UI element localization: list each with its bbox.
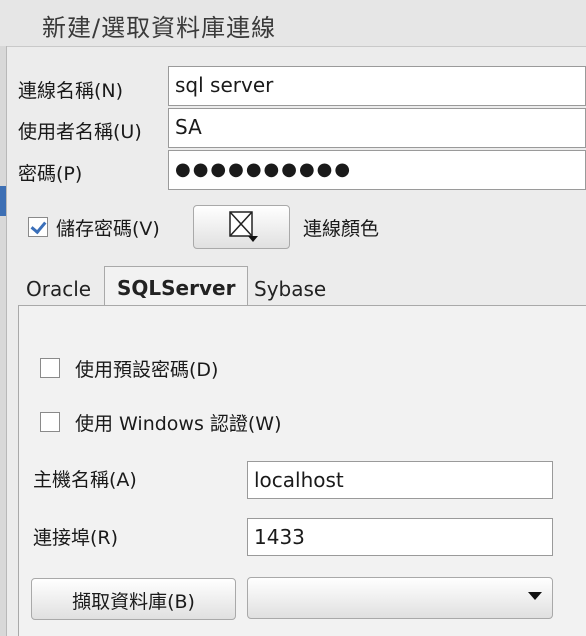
save-password-checkbox[interactable] (28, 217, 48, 237)
tab-sqlserver[interactable]: SQLServer (104, 266, 249, 306)
save-password-label: 儲存密碼(V) (56, 218, 160, 240)
password-input[interactable]: ●●●●●●●●●● (168, 150, 586, 190)
connection-name-label: 連線名稱(N) (18, 80, 124, 102)
username-label: 使用者名稱(U) (18, 121, 142, 143)
use-default-password-label: 使用預設密碼(D) (75, 359, 219, 381)
use-default-password-checkbox[interactable] (40, 358, 60, 378)
dialog-title: 新建/選取資料庫連線 (42, 14, 277, 42)
username-input[interactable]: SA (168, 108, 586, 148)
host-label: 主機名稱(A) (33, 469, 137, 491)
password-label: 密碼(P) (18, 163, 83, 185)
chevron-down-icon (528, 592, 542, 600)
database-select[interactable] (247, 577, 553, 619)
port-label: 連接埠(R) (33, 527, 119, 549)
fetch-database-button[interactable]: 擷取資料庫(B) (31, 578, 236, 620)
color-picker-icon (228, 211, 258, 242)
port-input[interactable]: 1433 (247, 518, 553, 556)
use-windows-auth-checkbox[interactable] (40, 412, 60, 432)
connection-color-label: 連線顏色 (303, 218, 380, 240)
dialog-titlebar: 新建/選取資料庫連線 (0, 0, 586, 47)
host-input[interactable]: localhost (247, 461, 553, 499)
tab-sybase[interactable]: Sybase (254, 277, 326, 301)
connection-color-button[interactable] (193, 205, 290, 249)
tab-oracle[interactable]: Oracle (26, 277, 91, 301)
left-panel-edge (0, 46, 7, 636)
connection-name-input[interactable]: sql server (168, 66, 586, 106)
sqlserver-panel: 使用預設密碼(D) 使用 Windows 認證(W) 主機名稱(A) local… (18, 305, 586, 636)
use-windows-auth-label: 使用 Windows 認證(W) (75, 413, 282, 435)
selection-marker (0, 186, 6, 216)
